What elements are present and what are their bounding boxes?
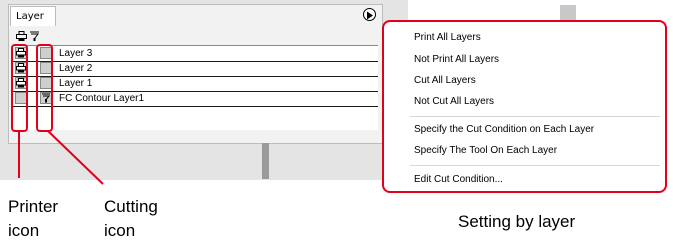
setting-by-layer-callout: Setting by layer: [458, 212, 576, 231]
printer-callout-line1: Printer: [8, 197, 59, 216]
printer-callout-line2: icon: [8, 221, 40, 240]
cutting-callout-line: [47, 130, 104, 185]
cutting-callout-line2: icon: [104, 221, 136, 240]
callout-lines: [18, 130, 104, 185]
cutting-callout-line1: Cutting: [104, 197, 158, 216]
